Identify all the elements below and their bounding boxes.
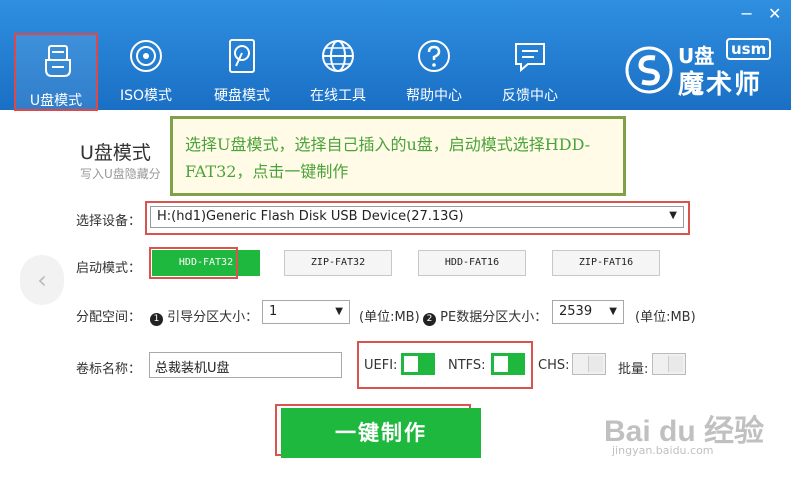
- partition-label: 分配空间：: [76, 310, 142, 325]
- dropdown-arrow-icon: ▼: [335, 306, 343, 317]
- mode-zip-fat32[interactable]: ZIP-FAT32: [284, 250, 392, 276]
- boot-partition-value: 1: [269, 304, 278, 319]
- disc-icon: [130, 40, 162, 72]
- partition-pe-row: 2 PE数据分区大小：: [423, 306, 547, 326]
- boot-partition-unit: (单位:MB): [359, 310, 420, 325]
- device-value: H:(hd1)Generic Flash Disk USB Device(27.…: [157, 209, 464, 224]
- device-select[interactable]: H:(hd1)Generic Flash Disk USB Device(27.…: [150, 206, 684, 228]
- toggle-knob: [404, 356, 418, 372]
- nav-label: 在线工具: [310, 88, 366, 104]
- volume-label: 卷标名称：: [76, 362, 142, 377]
- pe-partition-size-select[interactable]: 2539 ▼: [552, 300, 624, 324]
- hard-disk-icon: [229, 39, 255, 73]
- pe-partition-value: 2539: [559, 304, 593, 319]
- bullet-two: 2: [423, 313, 436, 326]
- nav-help-center[interactable]: 帮助中心: [392, 30, 476, 108]
- usb-drive-icon: [45, 45, 71, 77]
- nav-hdd-mode[interactable]: 硬盘模式: [200, 30, 284, 108]
- nav-label: 硬盘模式: [214, 88, 270, 104]
- chs-label: CHS:: [538, 358, 570, 373]
- toggle-knob: [494, 356, 508, 372]
- page-title: U盘模式: [80, 142, 151, 164]
- nav-label: U盘模式: [29, 93, 83, 109]
- mode-zip-fat16[interactable]: ZIP-FAT16: [552, 250, 660, 276]
- dropdown-arrow-icon: ▼: [669, 210, 677, 221]
- globe-icon: [322, 40, 354, 72]
- nav-iso-mode[interactable]: ISO模式: [104, 30, 188, 108]
- bullet-one: 1: [150, 313, 163, 326]
- minimize-icon[interactable]: −: [740, 6, 753, 22]
- question-icon: [418, 40, 450, 72]
- uefi-toggle[interactable]: [401, 353, 435, 375]
- instruction-tooltip: 选择U盘模式，选择自己插入的u盘，启动模式选择HDD-FAT32，点击一键制作: [170, 116, 626, 196]
- boot-partition-size-select[interactable]: 1 ▼: [262, 300, 350, 324]
- logo-badge: usm: [726, 38, 772, 60]
- dropdown-arrow-icon: ▼: [609, 306, 617, 317]
- header-bar: − ✕ U盘模式 ISO模式 硬盘模式 在线工具 帮助中心 反馈中心 U盘 us…: [0, 0, 791, 111]
- uefi-label: UEFI:: [364, 358, 398, 373]
- nav-feedback-center[interactable]: 反馈中心: [488, 30, 572, 108]
- nav-online-tools[interactable]: 在线工具: [296, 30, 380, 108]
- ntfs-toggle[interactable]: [491, 353, 525, 375]
- chat-icon: [515, 43, 545, 73]
- pe-partition-label: PE数据分区大小：: [440, 310, 548, 325]
- boot-partition-label: 引导分区大小：: [167, 310, 259, 325]
- watermark-url: jingyan.baidu.com: [612, 444, 714, 457]
- page-subtitle: 写入U盘隐藏分: [80, 167, 161, 181]
- batch-toggle[interactable]: [652, 353, 686, 375]
- nav-label: 帮助中心: [406, 88, 462, 104]
- boot-mode-label: 启动模式：: [76, 261, 142, 276]
- chs-toggle[interactable]: [572, 353, 606, 375]
- app-logo: U盘 usm 魔术师: [624, 38, 784, 100]
- device-label: 选择设备：: [76, 214, 142, 229]
- logo-mark-icon: [625, 46, 673, 94]
- partition-boot-row: 1 引导分区大小：: [150, 306, 258, 326]
- one-click-make-button[interactable]: 一键制作: [281, 408, 481, 458]
- nav-usb-mode[interactable]: U盘模式: [14, 33, 98, 111]
- batch-label: 批量:: [618, 362, 649, 377]
- toggle-knob: [588, 356, 603, 372]
- mode-hdd-fat16[interactable]: HDD-FAT16: [418, 250, 526, 276]
- watermark: Bai du 经验 jingyan.baidu.com: [604, 406, 764, 457]
- close-icon[interactable]: ✕: [768, 6, 781, 22]
- highlight-boot-mode: [149, 247, 238, 279]
- nav-label: ISO模式: [119, 88, 173, 104]
- back-arrow-button[interactable]: ‹: [20, 255, 64, 305]
- volume-name-input[interactable]: 总裁装机U盘: [149, 352, 342, 378]
- ntfs-label: NTFS:: [448, 358, 486, 373]
- logo-name: 魔术师: [678, 70, 763, 100]
- nav-label: 反馈中心: [502, 88, 558, 104]
- pe-partition-unit: (单位:MB): [635, 310, 696, 325]
- toggle-knob: [668, 356, 683, 372]
